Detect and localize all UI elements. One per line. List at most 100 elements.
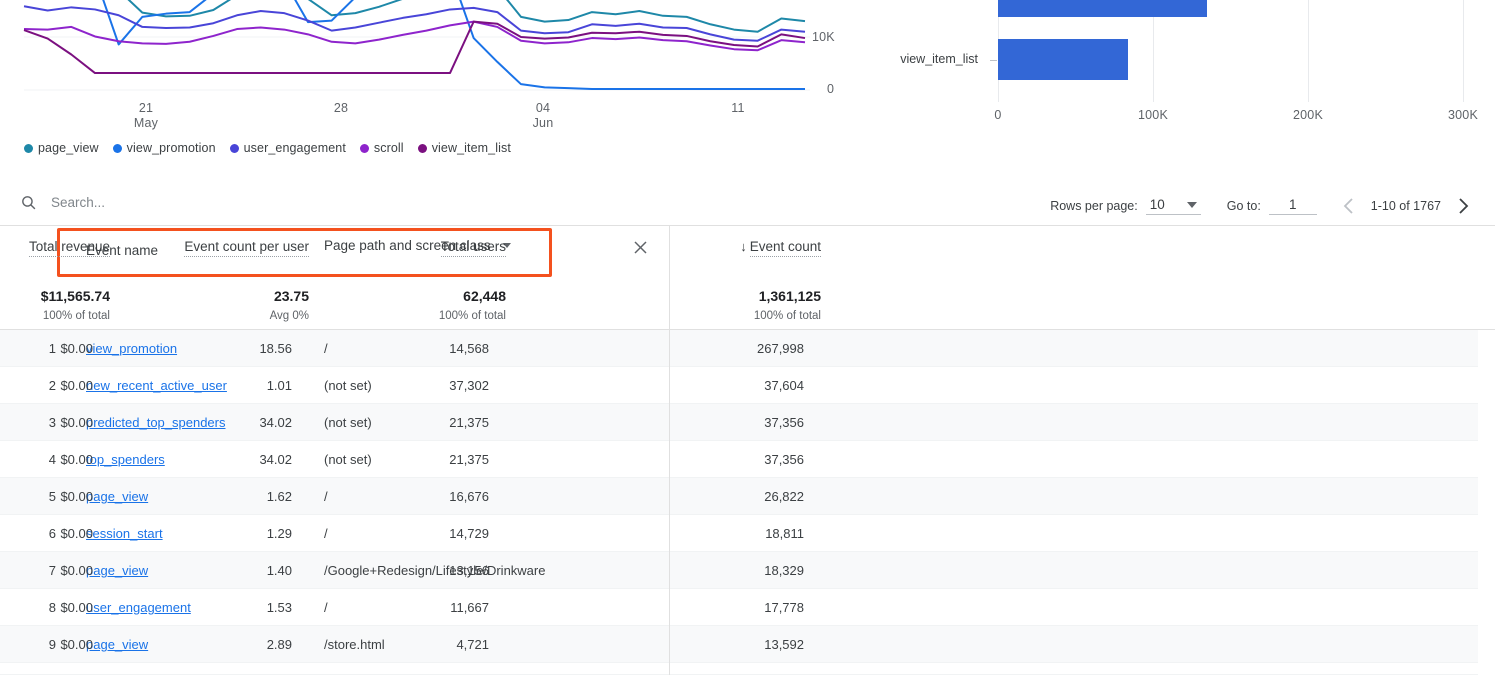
metric-header-label: Event count per user	[184, 239, 309, 257]
event-name-link[interactable]: view_promotion	[86, 341, 177, 356]
legend-color-dot	[24, 143, 33, 153]
row-index: 7	[48, 563, 56, 578]
row-index: 5	[48, 489, 56, 504]
table-row[interactable]: 1 view_promotion / 267,998 14,568 18.56 $0.00	[0, 330, 1478, 367]
metric-header-3[interactable]: Total revenue	[28, 239, 110, 257]
xtick-month: Jun	[532, 116, 554, 130]
table-row[interactable]: 7 page_view/Google+Redesign/Lifestyle/Dri…	[0, 552, 1478, 589]
bar-scroll[interactable]	[998, 0, 1208, 17]
total-revenue-cell: $0.00	[60, 600, 93, 615]
event-count-per-user-cell: 1.53	[266, 600, 292, 615]
row-column-divider	[669, 663, 670, 675]
metric-subtotal-0: 100% of total	[753, 310, 821, 322]
goto-page-input[interactable]	[1268, 197, 1317, 215]
event-name-cell: user_engagement	[86, 589, 191, 626]
legend-item-scroll[interactable]: scroll	[359, 141, 404, 155]
total-users-cell: 13,156	[449, 563, 489, 578]
legend-color-dot	[359, 143, 369, 153]
metric-header-1[interactable]: Total users	[440, 239, 506, 257]
line-series-view_promotion	[102, 0, 805, 90]
remove-secondary-dimension-button[interactable]	[633, 240, 649, 256]
total-users-cell: 16,676	[449, 489, 489, 504]
table-row[interactable]: 4 top_spenders (not set) 37,356 21,375 34.02 $…	[0, 441, 1478, 478]
line-chart-xtick-2: 04 Jun	[513, 101, 573, 131]
chevron-down-icon	[1186, 201, 1197, 208]
event-count-per-user-cell: 18.56	[259, 341, 292, 356]
metric-total-0: 1,361,125	[758, 288, 821, 304]
row-index: 3	[48, 415, 56, 430]
event-name-link[interactable]: new_recent_active_user	[86, 378, 227, 393]
total-users-cell: 11,667	[450, 600, 489, 615]
row-column-divider	[669, 515, 670, 552]
event-name-link[interactable]: user_engagement	[86, 600, 191, 615]
legend-color-dot	[229, 143, 239, 153]
metric-header-label: Total revenue	[28, 239, 110, 257]
metric-header-0[interactable]: ↓ Event count	[740, 239, 821, 257]
metric-subtotal-1: 100% of total	[438, 310, 506, 322]
event-count-per-user-cell: 2.89	[266, 637, 292, 652]
event-name-cell: session_start	[86, 515, 163, 552]
table-row[interactable]: 8 user_engagement / 17,778 11,667 1.53 $0.00	[0, 589, 1478, 626]
row-column-divider	[669, 367, 670, 404]
table-header: Event name Page path and screen class ↓ E…	[0, 226, 1495, 330]
next-page-button[interactable]	[1449, 192, 1477, 220]
legend-color-dot	[112, 143, 122, 153]
metric-total-2: 23.75	[273, 288, 309, 304]
table-row[interactable]: 3 predicted_top_spenders (not set) 37,356 21…	[0, 404, 1478, 441]
events-table: Event name Page path and screen class ↓ E…	[0, 226, 1495, 675]
event-name-link[interactable]: page_view	[86, 489, 148, 504]
line-chart-xtick-1: 28	[311, 101, 371, 116]
previous-page-button[interactable]	[1335, 192, 1363, 220]
pagination-controls: Rows per page: 10 Go to: 1-10 of 1767	[1050, 192, 1477, 220]
legend-item-page_view[interactable]: page_view	[24, 141, 99, 155]
legend-item-view_promotion[interactable]: view_promotion	[112, 141, 216, 155]
goto-label: Go to:	[1226, 199, 1261, 213]
search-input[interactable]	[51, 195, 351, 210]
event-count-per-user-cell: 34.02	[259, 452, 292, 467]
event-name-cell: page_view	[86, 478, 148, 515]
event-count-cell: 17,778	[764, 600, 804, 615]
table-row[interactable]: 5 page_view / 26,822 16,676 1.62 $0.00	[0, 478, 1478, 515]
legend-item-view_item_list[interactable]: view_item_list	[417, 141, 511, 155]
legend-color-dot	[417, 143, 427, 153]
table-row[interactable]: 9 page_view/store.html 13,592 4,721 2.89 $0.0…	[0, 626, 1478, 663]
total-users-cell: 14,568	[449, 341, 489, 356]
total-revenue-cell: $0.00	[60, 378, 93, 393]
row-column-divider	[669, 626, 670, 663]
event-name-link[interactable]: session_start	[86, 526, 163, 541]
event-count-per-user-cell: 34.02	[259, 415, 292, 430]
page-path-cell: /	[324, 526, 328, 541]
metric-subtotal-2: Avg 0%	[269, 310, 309, 322]
event-name-link[interactable]: page_view	[86, 637, 148, 652]
header-column-divider	[669, 226, 670, 330]
legend-label: view_promotion	[126, 141, 216, 155]
legend-item-user_engagement[interactable]: user_engagement	[229, 141, 346, 155]
bar-view_item_list[interactable]	[998, 39, 1129, 80]
event-count-cell: 37,604	[764, 378, 804, 393]
metric-header-2[interactable]: Event count per user	[184, 239, 309, 257]
bar-chart-tickmark	[990, 59, 997, 61]
table-row[interactable]	[0, 663, 1478, 675]
rows-per-page-select[interactable]: 10	[1145, 197, 1201, 215]
bar-chart-xtick-3: 300K	[1448, 108, 1478, 122]
arrow-down-icon: ↓	[740, 239, 747, 254]
total-users-cell: 37,302	[449, 378, 489, 393]
xtick-day: 28	[333, 101, 349, 115]
row-column-divider	[669, 330, 670, 367]
page-path-cell: /	[324, 600, 328, 615]
event-name-link[interactable]: predicted_top_spenders	[86, 415, 226, 430]
total-revenue-cell: $0.00	[60, 637, 93, 652]
table-row[interactable]: 6 session_start / 18,811 14,729 1.29 $0.00	[0, 515, 1478, 552]
event-name-link[interactable]: page_view	[86, 563, 148, 578]
search-box[interactable]	[20, 194, 351, 211]
chevron-left-icon	[1343, 198, 1353, 214]
legend-label: user_engagement	[243, 141, 346, 155]
page-path-cell: /	[324, 489, 328, 504]
event-name-cell: page_view	[86, 552, 148, 589]
row-index: 2	[48, 378, 56, 393]
page-path-cell: (not set)	[324, 452, 372, 467]
table-body: 1 view_promotion/267,998 14,568 18.56 $0.00 2…	[0, 330, 1495, 675]
event-name-link[interactable]: top_spenders	[86, 452, 165, 467]
table-row[interactable]: 2 new_recent_active_user (not set) 37,604 37…	[0, 367, 1478, 404]
xtick-day: 21	[138, 101, 154, 115]
